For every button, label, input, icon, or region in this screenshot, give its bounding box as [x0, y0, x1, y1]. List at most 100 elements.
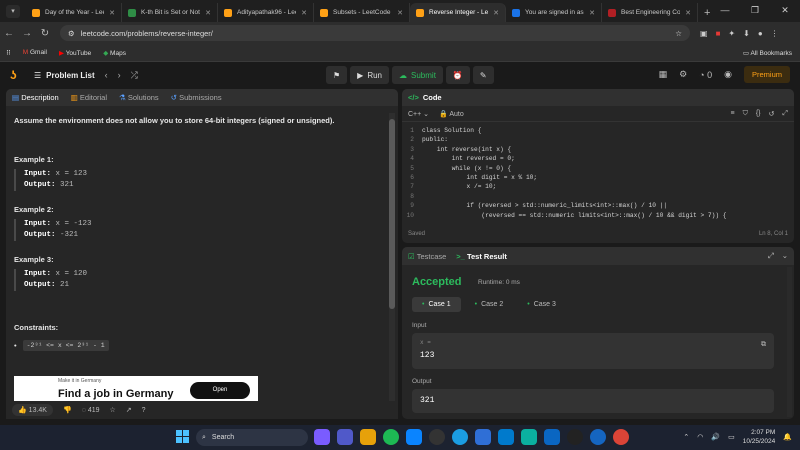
comments-button[interactable]: ◌ 419	[82, 407, 100, 414]
bookmark-youtube[interactable]: ▶ YouTube	[59, 49, 91, 57]
url-bar[interactable]: ⚙ leetcode.com/problems/reverse-integer/…	[60, 25, 690, 41]
taskbar-search[interactable]: ⌕ Search	[196, 429, 308, 446]
dell-icon[interactable]	[429, 429, 445, 445]
ad-open-button[interactable]: Open	[190, 382, 250, 399]
submit-button[interactable]: ☁ Submit	[392, 66, 443, 84]
app-icon[interactable]	[567, 429, 583, 445]
browser-tab-active[interactable]: Reverse Integer - Lee ✕	[410, 3, 506, 22]
wifi-icon[interactable]: ◠	[697, 433, 703, 441]
reload-icon[interactable]: ↻	[36, 28, 54, 39]
browser-tab[interactable]: You are signed in as ✕	[506, 3, 602, 22]
auto-mode[interactable]: 🔒 Auto	[439, 110, 464, 118]
test-scrollbar[interactable]	[787, 267, 792, 417]
timer-button[interactable]: ⏰	[445, 66, 470, 84]
volume-icon[interactable]: 🔊	[711, 433, 720, 441]
close-icon[interactable]: ✕	[205, 9, 211, 17]
expand-icon[interactable]: ⤢	[768, 251, 774, 261]
downloads-icon[interactable]: ⬇	[743, 29, 750, 38]
close-icon[interactable]: ✕	[589, 9, 595, 17]
run-button[interactable]: ▶ Run	[350, 66, 390, 84]
app-icon[interactable]	[406, 429, 422, 445]
app-icon[interactable]	[590, 429, 606, 445]
bookmark-maps[interactable]: ◆ Maps	[103, 49, 126, 57]
user-avatar[interactable]: ◉	[724, 69, 732, 80]
tab-testcase[interactable]: ☑ Testcase	[408, 252, 446, 261]
extension-icon[interactable]: ■	[716, 29, 721, 38]
browser-tab[interactable]: Best Engineering Co ✕	[602, 3, 698, 22]
site-info-icon[interactable]: ⚙	[68, 29, 75, 38]
leetcode-logo-icon[interactable]: ʖ	[10, 68, 24, 82]
tab-editorial[interactable]: ▥ Editorial	[71, 93, 107, 102]
tab-submissions[interactable]: ↺ Submissions	[171, 93, 222, 102]
copy-icon[interactable]: ⧉	[761, 341, 766, 349]
clock[interactable]: 2:07 PM 10/25/2024	[743, 428, 776, 446]
spotify-icon[interactable]	[383, 429, 399, 445]
store-icon[interactable]	[475, 429, 491, 445]
tab-search-icon[interactable]: ▾	[6, 5, 20, 18]
case-tab-1[interactable]: • Case 1	[412, 297, 461, 312]
bookmark-star-icon[interactable]: ☆	[675, 29, 682, 38]
profile-avatar[interactable]: ●	[758, 29, 763, 38]
chrome-icon[interactable]	[613, 429, 629, 445]
tab-test-result[interactable]: >_ Test Result	[456, 252, 507, 261]
expand-icon[interactable]: ⤢	[782, 110, 788, 118]
browser-tab[interactable]: Subsets - LeetCode ✕	[314, 3, 410, 22]
maximize-icon[interactable]: ❐	[740, 0, 770, 22]
menu-lines-icon[interactable]: ≡	[730, 110, 734, 118]
minimize-icon[interactable]: —	[710, 0, 740, 22]
description-scrollbar[interactable]	[389, 113, 395, 413]
tab-solutions[interactable]: ⚗ Solutions	[119, 93, 159, 102]
close-icon[interactable]: ✕	[109, 9, 115, 17]
forward-icon[interactable]: →	[18, 28, 36, 39]
extension-icon[interactable]: ▣	[700, 29, 708, 38]
battery-icon[interactable]: ▭	[728, 433, 735, 441]
scrollbar-thumb[interactable]	[389, 119, 395, 309]
prev-problem-icon[interactable]: ‹	[105, 70, 108, 81]
favorite-star-icon[interactable]: ☆	[110, 406, 116, 414]
notes-button[interactable]: ✎	[472, 66, 494, 84]
copilot-icon[interactable]	[314, 429, 330, 445]
case-tab-2[interactable]: • Case 2	[465, 297, 514, 312]
all-bookmarks[interactable]: ▭ All Bookmarks	[743, 49, 792, 57]
share-icon[interactable]: ↗	[126, 406, 132, 414]
windows-start-icon[interactable]	[176, 430, 190, 444]
browser-tab[interactable]: Adityapathak96 - Lee ✕	[218, 3, 314, 22]
help-icon[interactable]: ?	[142, 407, 146, 414]
close-icon[interactable]: ✕	[397, 9, 403, 17]
settings-gear-icon[interactable]: ⚙	[679, 69, 687, 80]
close-icon[interactable]: ✕	[301, 9, 307, 17]
edge-icon[interactable]	[452, 429, 468, 445]
browser-tab[interactable]: Day of the Year - Lee ✕	[26, 3, 122, 22]
notification-icon[interactable]: 🔔	[783, 433, 792, 441]
close-icon[interactable]: ✕	[685, 9, 691, 17]
problem-list-button[interactable]: ☰ Problem List	[34, 71, 95, 80]
streak-counter[interactable]: ◔ 0	[699, 70, 712, 80]
chevron-up-icon[interactable]: ⌃	[683, 433, 689, 441]
code-lines[interactable]: 1 class Solution { 2 public: 3 int reverse…	[402, 122, 794, 220]
back-icon[interactable]: ←	[0, 28, 18, 39]
linkedin-icon[interactable]	[544, 429, 560, 445]
layout-icon[interactable]: ▦	[659, 69, 668, 80]
browser-tab[interactable]: K-th Bit is Set or Not ✕	[122, 3, 218, 22]
debug-button[interactable]: ⚑	[326, 66, 348, 84]
menu-icon[interactable]: ⋮	[771, 29, 779, 38]
next-problem-icon[interactable]: ›	[118, 70, 121, 81]
apps-icon[interactable]: ⠿	[6, 49, 11, 57]
tab-description[interactable]: ▤ Description	[12, 93, 59, 102]
bookmark-icon[interactable]: ⛉	[743, 110, 748, 118]
braces-icon[interactable]: {}	[756, 110, 761, 118]
premium-button[interactable]: Premium	[743, 66, 790, 83]
puzzle-icon[interactable]: ✦	[728, 29, 735, 38]
like-button[interactable]: 👍 13.4K	[12, 404, 53, 416]
app-icon[interactable]	[521, 429, 537, 445]
case-tab-3[interactable]: • Case 3	[517, 297, 566, 312]
close-icon[interactable]: ✕	[493, 9, 499, 17]
file-explorer-icon[interactable]	[360, 429, 376, 445]
reset-icon[interactable]: ↺	[769, 110, 775, 118]
language-select[interactable]: C++ ⌄	[408, 110, 429, 118]
close-window-icon[interactable]: ✕	[770, 0, 800, 22]
shuffle-icon[interactable]: ⤮	[131, 70, 138, 81]
dislike-icon[interactable]: 👎	[63, 406, 72, 414]
collapse-icon[interactable]: ⌄	[782, 251, 788, 261]
bookmark-gmail[interactable]: M Gmail	[23, 49, 47, 56]
